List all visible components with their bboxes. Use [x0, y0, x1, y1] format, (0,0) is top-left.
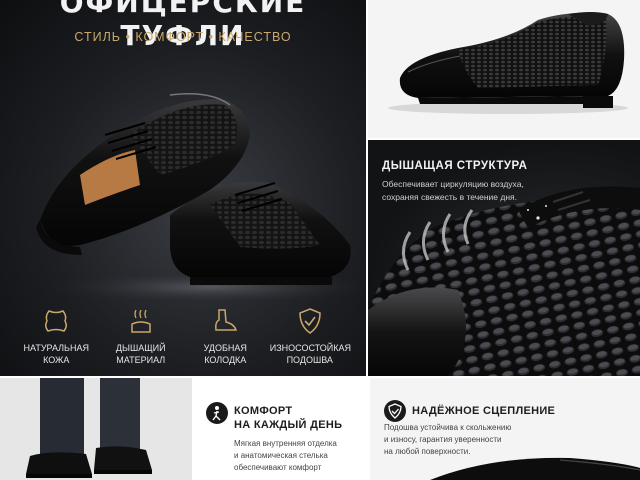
comfort-title-line1: КОМФОРТ	[234, 405, 293, 417]
breathable-material-icon	[131, 309, 151, 333]
shoe-side-image	[388, 12, 628, 114]
feature-last-line2: КОЛОДКА	[204, 355, 247, 365]
comfort-line3: обеспечивают комфорт	[234, 463, 322, 472]
breathable-title: ДЫШАЩАЯ СТРУКТУРА	[382, 160, 528, 172]
breathable-panel: ДЫШАЩАЯ СТРУКТУРА Обеспечивает циркуляци…	[368, 140, 640, 376]
feature-sole-line2: ПОДОШВА	[286, 355, 333, 365]
breathable-line1: Обеспечивает циркуляцию воздуха,	[382, 179, 524, 189]
hero-tagline: СТИЛЬ • КОМФОРТ • КАЧЕСТВО	[74, 30, 292, 44]
feature-sole-line1: ИЗНОСОСТОЙКАЯ	[269, 343, 351, 353]
comfort-line1: Мягкая внутренняя отделка	[234, 439, 337, 448]
feature-breathable: ДЫШАЩИЙ МАТЕРИАЛ	[101, 300, 181, 376]
feature-leather: НАТУРАЛЬНАЯ КОЖА	[16, 300, 96, 376]
feature-leather-line1: НАТУРАЛЬНАЯ	[23, 343, 89, 353]
mesh-closeup-image	[368, 186, 640, 376]
person-wearing-shoes-image	[0, 378, 192, 480]
feature-breathable-line2: МАТЕРИАЛ	[116, 355, 166, 365]
comfort-photo	[0, 378, 192, 480]
comfort-walking-icon	[206, 402, 228, 424]
comfort-title: КОМФОРТ НА КАЖДЫЙ ДЕНЬ	[234, 404, 368, 432]
feature-leather-line2: КОЖА	[43, 355, 70, 365]
grip-shield-icon	[384, 400, 406, 422]
comfort-card: КОМФОРТ НА КАЖДЫЙ ДЕНЬ Мягкая внутренняя…	[192, 378, 368, 480]
shoe-last-icon	[215, 309, 238, 331]
feature-last-line1: УДОБНАЯ	[203, 343, 247, 353]
grip-title: НАДЁЖНОЕ СЦЕПЛЕНИЕ	[412, 405, 556, 417]
hero-shoes-image	[36, 93, 360, 305]
comfort-description: Мягкая внутренняя отделка и анатомическа…	[234, 438, 368, 474]
feature-list: НАТУРАЛЬНАЯ КОЖА ДЫШАЩИЙ МАТЕРИАЛ УДОБНА…	[0, 300, 366, 376]
breathable-line2: сохраняя свежесть в течение дня.	[382, 192, 518, 202]
product-side-photo	[368, 0, 640, 138]
shield-check-icon	[298, 308, 321, 334]
feature-breathable-line1: ДЫШАЩИЙ	[115, 343, 166, 353]
grip-line1: Подошва устойчива к скольжению	[384, 423, 512, 432]
feature-durable-sole: ИЗНОСОСТОЙКАЯ ПОДОШВА	[269, 300, 351, 376]
breathable-description: Обеспечивает циркуляцию воздуха, сохраня…	[382, 178, 552, 204]
grip-line3: на любой поверхности.	[384, 447, 471, 456]
feature-comfort-last: УДОБНАЯ КОЛОДКА	[185, 300, 265, 376]
comfort-line2: и анатомическая стелька	[234, 451, 328, 460]
grip-panel: НАДЁЖНОЕ СЦЕПЛЕНИЕ Подошва устойчива к с…	[370, 378, 640, 480]
hero-title: ОФИЦЕРСКИЕ ТУФЛИ	[59, 0, 307, 52]
leather-hide-icon	[45, 310, 68, 332]
hero-panel: ОФИЦЕРСКИЕ ТУФЛИ СТИЛЬ • КОМФОРТ • КАЧЕС…	[0, 0, 366, 376]
grip-description: Подошва устойчива к скольжению и износу,…	[384, 422, 584, 458]
comfort-title-line2: НА КАЖДЫЙ ДЕНЬ	[234, 419, 343, 431]
grip-line2: и износу, гарантия уверенности	[384, 435, 502, 444]
